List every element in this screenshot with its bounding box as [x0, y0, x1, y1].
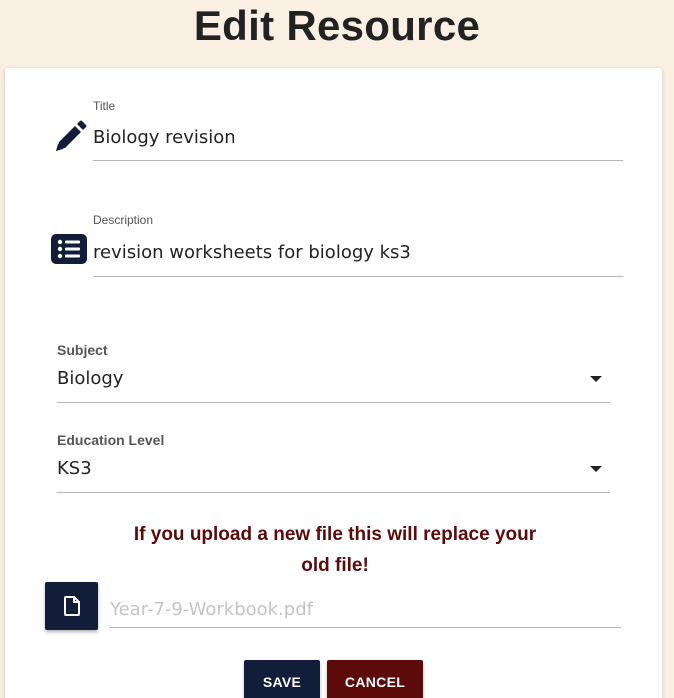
file-icon — [63, 596, 80, 616]
education-level-underline — [57, 492, 610, 493]
title-input[interactable]: Biology revision — [93, 127, 236, 148]
description-label: Description — [93, 213, 154, 227]
file-path-input[interactable] — [109, 592, 621, 628]
file-upload-button[interactable] — [45, 582, 98, 630]
save-button[interactable]: SAVE — [244, 660, 320, 698]
cancel-button[interactable]: CANCEL — [327, 660, 423, 698]
list-icon — [51, 234, 87, 264]
chevron-down-icon[interactable] — [590, 376, 602, 382]
subject-underline — [57, 402, 610, 403]
description-underline — [93, 276, 623, 277]
title-label: Title — [93, 99, 116, 113]
title-field[interactable]: Title Biology revision — [93, 98, 623, 162]
education-level-value[interactable]: KS3 — [57, 458, 92, 479]
page: Edit Resource Title Biology revision Des… — [0, 0, 674, 698]
edit-resource-form: Title Biology revision Description revis… — [5, 68, 662, 698]
subject-label: Subject — [57, 342, 108, 358]
page-title: Edit Resource — [193, 2, 481, 49]
education-level-label: Education Level — [57, 432, 165, 448]
chevron-down-icon[interactable] — [590, 466, 602, 472]
description-input[interactable]: revision worksheets for biology ks3 — [93, 242, 411, 263]
description-field[interactable]: Description revision worksheets for biol… — [93, 212, 623, 278]
pencil-icon — [56, 120, 87, 151]
upload-warning: If you upload a new file this will repla… — [133, 524, 537, 576]
title-underline — [93, 160, 623, 161]
subject-value[interactable]: Biology — [57, 368, 123, 389]
